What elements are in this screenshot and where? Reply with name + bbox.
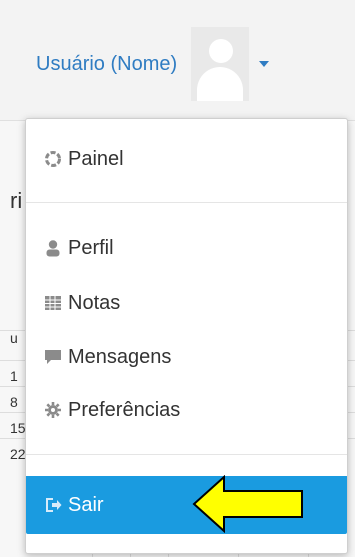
background-table-header-fragment: u — [10, 330, 18, 346]
menu-item-label: Perfil — [68, 236, 114, 259]
background-cell-fragment: 8 — [10, 394, 18, 410]
logout-icon — [44, 496, 62, 514]
menu-item-label: Sair — [68, 493, 104, 516]
menu-item-perfil[interactable]: Perfil — [26, 225, 347, 271]
menu-divider — [26, 454, 347, 455]
menu-item-painel[interactable]: Painel — [26, 136, 347, 182]
menu-item-notas[interactable]: Notas — [26, 280, 347, 326]
user-name: Usuário (Nome) — [36, 52, 178, 75]
menu-divider — [26, 202, 347, 203]
user-menu-toggle[interactable]: Usuário (Nome) — [36, 24, 270, 104]
yellow-pointer-arrow-icon — [192, 475, 303, 533]
background-cell-fragment: 15 — [10, 420, 26, 436]
message-icon — [44, 348, 62, 366]
dashboard-icon — [44, 150, 62, 168]
grades-icon — [44, 294, 62, 312]
background-cell-fragment: 1 — [10, 368, 18, 384]
menu-item-label: Painel — [68, 147, 124, 170]
menu-item-label: Mensagens — [68, 345, 172, 368]
background-heading-fragment: ri — [10, 188, 23, 213]
background-cell-fragment: 22 — [10, 446, 26, 462]
menu-item-label: Notas — [68, 291, 121, 314]
menu-item-preferencias[interactable]: Preferências — [26, 387, 347, 433]
user-icon — [44, 239, 62, 257]
avatar — [191, 27, 250, 101]
gear-icon — [44, 401, 62, 419]
chevron-down-icon — [259, 61, 270, 67]
menu-item-label: Preferências — [68, 398, 181, 421]
menu-item-mensagens[interactable]: Mensagens — [26, 334, 347, 380]
